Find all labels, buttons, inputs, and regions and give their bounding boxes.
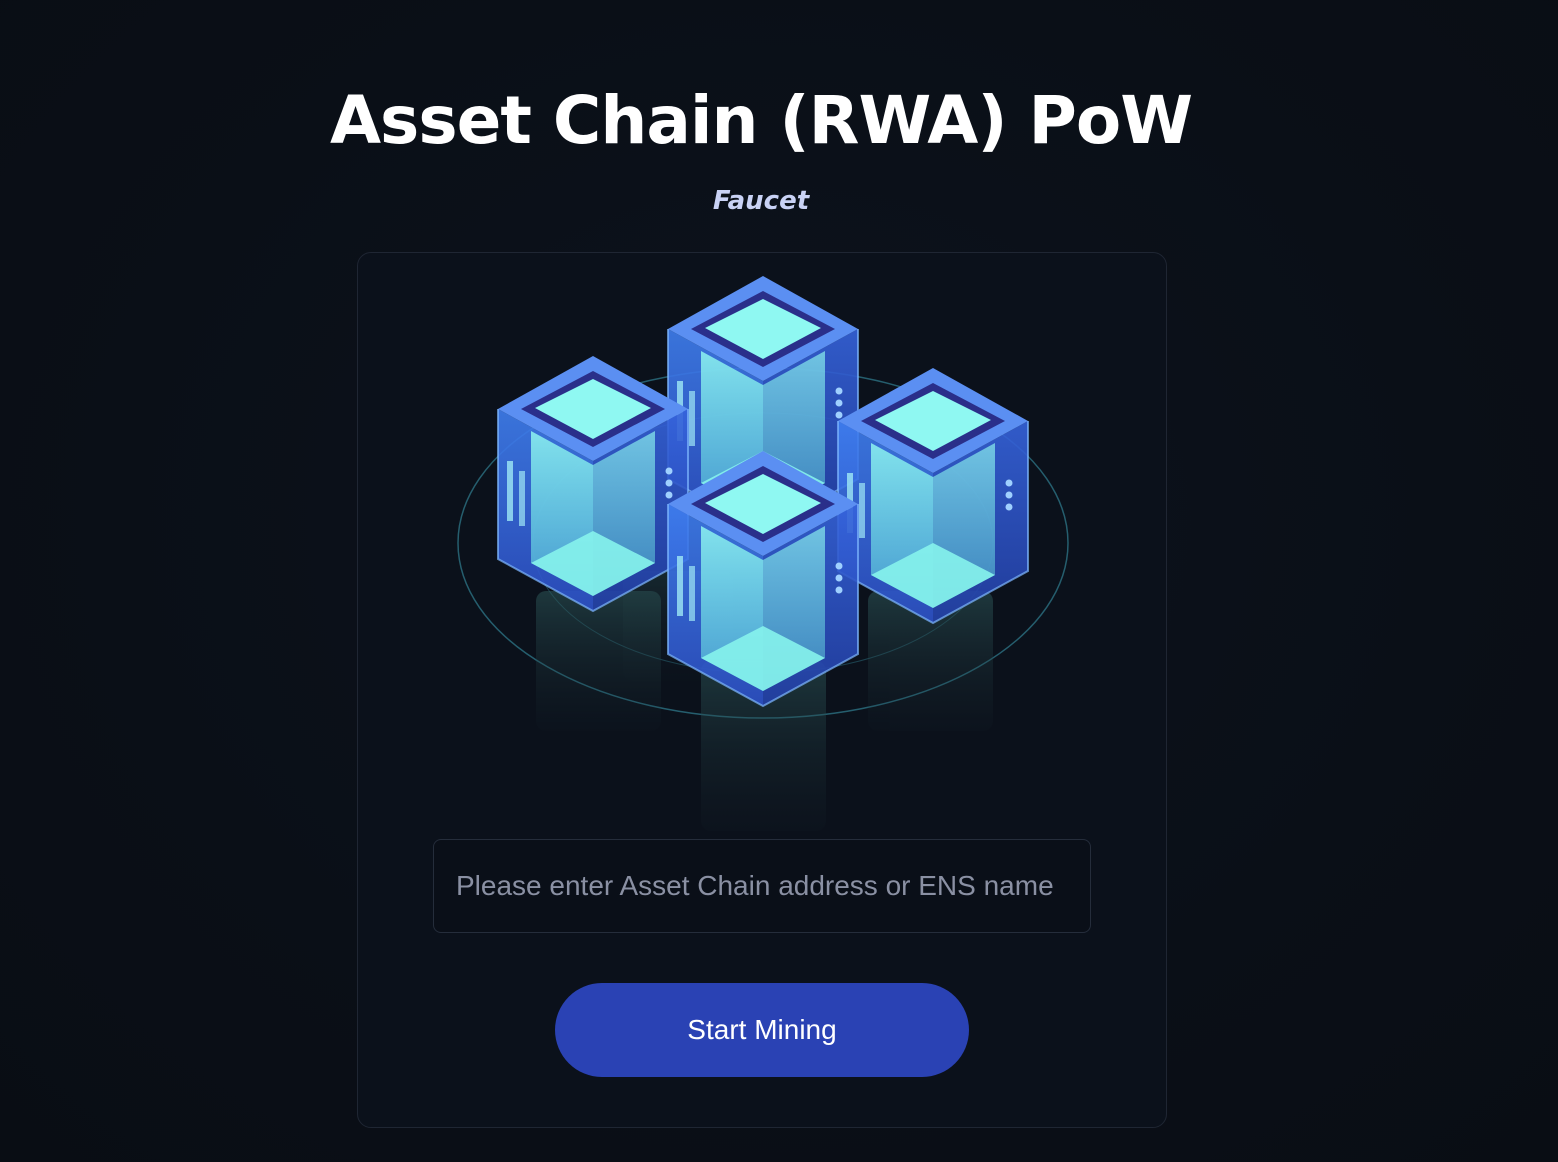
faucet-page: Asset Chain (RWA) PoW Faucet Please ente…: [0, 0, 1558, 1162]
page-subtitle: Faucet: [712, 186, 810, 216]
page-title: Asset Chain (RWA) PoW: [329, 82, 1193, 159]
start-mining-button[interactable]: Start Mining: [555, 983, 969, 1077]
address-input[interactable]: [433, 839, 1091, 933]
blockchain-cubes-icon: [457, 275, 1069, 831]
faucet-card: Start Mining: [357, 252, 1167, 1128]
